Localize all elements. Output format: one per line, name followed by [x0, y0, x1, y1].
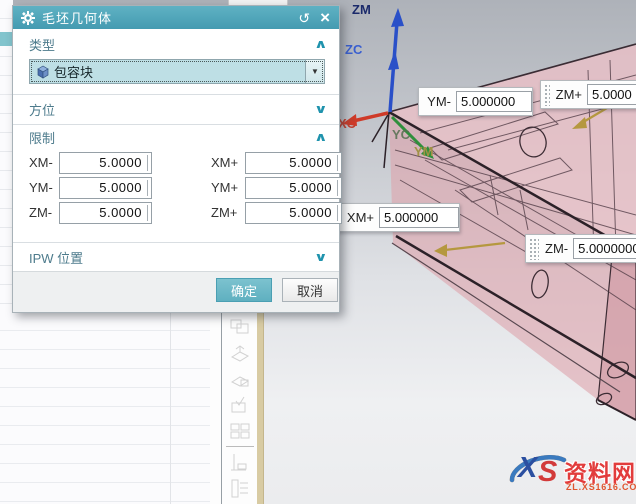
view-toolbar — [221, 312, 258, 504]
ym-axis-label: YM — [414, 144, 434, 159]
logo-s: S — [538, 456, 557, 489]
chevron-up-icon[interactable]: ∧ — [314, 130, 328, 144]
dialog-titlebar[interactable]: 毛坯几何体 ↺ × — [13, 6, 339, 29]
onscreen-input-xm-plus: XM+ 5.000000 — [336, 203, 460, 232]
ym-plus-label: YM+ — [211, 180, 238, 195]
onscreen-label: ZM+ — [556, 87, 582, 102]
section-orientation-label: 方位 — [29, 100, 55, 119]
toolbar-icon-part-2[interactable] — [228, 369, 252, 390]
nx-application-window: ZM ZC XC YC YM YM- 5.000000 ZM+ 5.0000 X… — [0, 0, 636, 504]
dropdown-arrow-button[interactable]: ▼ — [305, 60, 324, 83]
toolbar-icon-layers[interactable] — [228, 421, 252, 442]
dialog-footer: 确定 取消 — [13, 271, 339, 312]
watermark-logo: X S 资料网 ZL.XS1616.COM — [502, 446, 636, 502]
onscreen-input-ym-minus: YM- 5.000000 — [418, 87, 533, 116]
section-ipw-position[interactable]: IPW 位置 ∨ — [13, 246, 339, 268]
onscreen-field-ym-minus[interactable]: 5.000000 — [456, 91, 532, 112]
drag-grip[interactable] — [543, 83, 550, 106]
zm-plus-field[interactable]: 5.0000 — [245, 202, 342, 224]
chevron-down-icon[interactable]: ∨ — [314, 102, 328, 116]
zm-minus-label: ZM- — [29, 205, 52, 220]
toolbar-icon-part-1[interactable] — [228, 343, 252, 364]
drag-grip[interactable] — [528, 237, 539, 260]
section-limits-label: 限制 — [29, 128, 55, 147]
xm-plus-field[interactable]: 5.0000 — [245, 152, 342, 174]
zm-axis-label: ZM — [352, 2, 371, 17]
toolbar-icon-check[interactable] — [228, 395, 252, 416]
xm-minus-field[interactable]: 5.0000 — [59, 152, 152, 174]
cancel-button[interactable]: 取消 — [282, 278, 338, 302]
chevron-down-icon: ▼ — [311, 67, 319, 76]
yc-axis-label: YC — [392, 127, 410, 142]
onscreen-field-xm-plus[interactable]: 5.000000 — [379, 207, 459, 228]
ym-plus-field[interactable]: 5.0000 — [245, 177, 342, 199]
toolbar-icon-measure[interactable] — [228, 452, 252, 473]
reset-icon[interactable]: ↺ — [298, 11, 310, 25]
toolbar-separator — [226, 446, 254, 447]
toolbar-icon-sheets[interactable] — [228, 317, 252, 338]
section-type-label: 类型 — [29, 35, 55, 54]
section-limits[interactable]: 限制 ∧ — [13, 126, 339, 148]
zm-axis-arrow[interactable] — [388, 8, 404, 112]
section-orientation[interactable]: 方位 ∨ — [13, 98, 339, 120]
watermark-site-url: ZL.XS1616.COM — [566, 482, 636, 492]
bounding-block-icon — [35, 65, 49, 79]
panel-edge-strip[interactable] — [257, 312, 264, 504]
section-ipw-label: IPW 位置 — [29, 248, 83, 267]
onscreen-label: XM+ — [347, 210, 374, 225]
ok-button[interactable]: 确定 — [216, 278, 272, 302]
dialog-title: 毛坯几何体 — [42, 8, 112, 27]
background-panel — [0, 312, 213, 504]
onscreen-input-zm-plus: ZM+ 5.0000 — [540, 80, 636, 109]
close-icon[interactable]: × — [320, 10, 330, 25]
onscreen-label: YM- — [427, 94, 451, 109]
onscreen-field-zm-plus[interactable]: 5.0000 — [587, 84, 636, 105]
type-dropdown-value: 包容块 — [54, 62, 93, 81]
logo-x: X — [518, 452, 537, 485]
chevron-down-icon[interactable]: ∨ — [314, 250, 328, 264]
blank-geometry-dialog: 毛坯几何体 ↺ × 类型 ∧ 包容块 ▼ 方位 ∨ 限制 ∧ — [12, 5, 340, 313]
ym-minus-field[interactable]: 5.0000 — [59, 177, 152, 199]
onscreen-field-zm-minus[interactable]: 5.0000000 — [573, 238, 636, 259]
xm-minus-label: XM- — [29, 155, 53, 170]
ym-minus-label: YM- — [29, 180, 53, 195]
onscreen-label: ZM- — [545, 241, 568, 256]
chevron-up-icon[interactable]: ∧ — [314, 37, 328, 51]
zc-axis-label: ZC — [345, 42, 362, 57]
xc-axis-label: XC — [338, 116, 356, 131]
section-type[interactable]: 类型 ∧ — [13, 33, 339, 55]
toolbar-icon-list[interactable] — [228, 478, 252, 499]
gear-icon — [21, 11, 35, 25]
view-toolbar-margin — [210, 312, 257, 504]
onscreen-input-zm-minus: ZM- 5.0000000 — [525, 234, 636, 263]
zm-plus-label: ZM+ — [211, 205, 237, 220]
type-dropdown[interactable]: 包容块 ▼ — [29, 59, 325, 84]
zm-minus-field[interactable]: 5.0000 — [59, 202, 152, 224]
xm-plus-label: XM+ — [211, 155, 238, 170]
